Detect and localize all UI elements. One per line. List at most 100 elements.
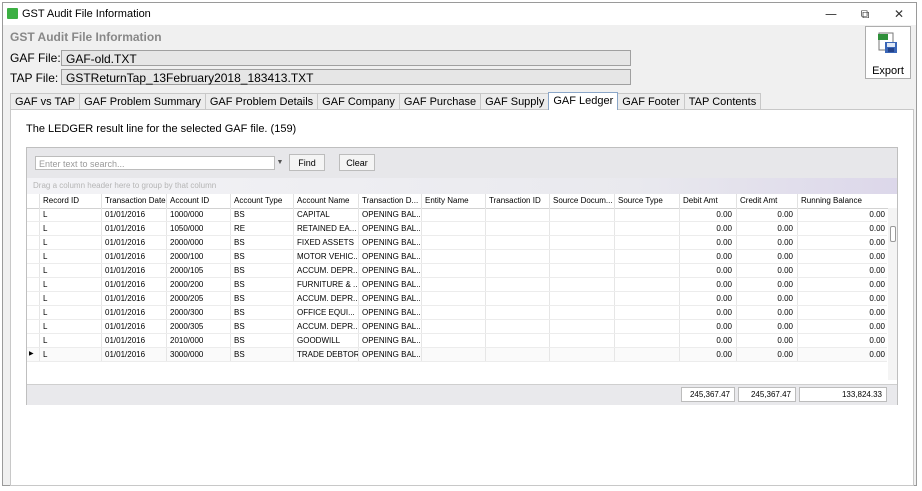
cell-transaction-date[interactable]: 01/01/2016 — [101, 334, 166, 347]
cell-entity-name[interactable] — [421, 334, 485, 347]
cell-credit-amt[interactable]: 0.00 — [736, 208, 797, 221]
cell-source-type[interactable] — [614, 208, 679, 221]
cell-entity-name[interactable] — [421, 348, 485, 361]
cell-transaction-d[interactable]: OPENING BAL... — [358, 264, 421, 277]
cell-transaction-id[interactable] — [485, 306, 549, 319]
cell-running-balance[interactable]: 0.00 — [797, 306, 889, 319]
cell-transaction-d[interactable]: OPENING BAL... — [358, 250, 421, 263]
cell-credit-amt[interactable]: 0.00 — [736, 306, 797, 319]
cell-account-id[interactable]: 1000/000 — [166, 208, 230, 221]
column-header-entity-name[interactable]: Entity Name — [421, 194, 485, 208]
cell-transaction-id[interactable] — [485, 250, 549, 263]
cell-credit-amt[interactable]: 0.00 — [736, 236, 797, 249]
cell-credit-amt[interactable]: 0.00 — [736, 264, 797, 277]
cell-debit-amt[interactable]: 0.00 — [679, 292, 736, 305]
column-header-debit-amt[interactable]: Debit Amt — [679, 194, 736, 208]
maximize-button[interactable]: ⧉ — [850, 5, 880, 23]
cell-transaction-d[interactable]: OPENING BAL... — [358, 222, 421, 235]
cell-transaction-d[interactable]: OPENING BAL... — [358, 236, 421, 249]
cell-account-type[interactable]: BS — [230, 320, 293, 333]
table-row[interactable]: ▶ L01/01/20163000/000BSTRADE DEBTORSOPENI… — [27, 348, 887, 362]
column-header-source-type[interactable]: Source Type — [614, 194, 679, 208]
cell-account-id[interactable]: 3000/000 — [166, 348, 230, 361]
cell-source-docum[interactable] — [549, 264, 614, 277]
table-row[interactable]: L 01/01/2016 2000/200 BS FURNITURE & ... OPEN… — [27, 278, 887, 292]
cell-running-balance[interactable]: 0.00 — [797, 278, 889, 291]
cell-credit-amt[interactable]: 0.00 — [736, 292, 797, 305]
cell-account-id[interactable]: 2000/200 — [166, 278, 230, 291]
cell-source-type[interactable] — [614, 222, 679, 235]
cell-transaction-date[interactable]: 01/01/2016 — [101, 278, 166, 291]
cell-transaction-id[interactable] — [485, 236, 549, 249]
chevron-down-icon[interactable]: ▼ — [275, 156, 285, 170]
column-header-account-id[interactable]: Account ID — [166, 194, 230, 208]
cell-account-type[interactable]: BS — [230, 250, 293, 263]
cell-transaction-d[interactable]: OPENING BAL... — [358, 208, 421, 221]
table-row[interactable]: L 01/01/2016 2000/100 BS MOTOR VEHIC... OPENI… — [27, 250, 887, 264]
cell-debit-amt[interactable]: 0.00 — [679, 278, 736, 291]
minimize-button[interactable]: — — [816, 5, 846, 23]
cell-source-type[interactable] — [614, 278, 679, 291]
group-panel[interactable]: Drag a column header here to group by th… — [27, 178, 897, 194]
cell-account-name[interactable]: RETAINED EA... — [293, 222, 358, 235]
cell-source-docum[interactable] — [549, 278, 614, 291]
cell-transaction-id[interactable] — [485, 278, 549, 291]
cell-source-type[interactable] — [614, 250, 679, 263]
cell-running-balance[interactable]: 0.00 — [797, 250, 889, 263]
cell-source-docum[interactable] — [549, 334, 614, 347]
cell-transaction-date[interactable]: 01/01/2016 — [101, 208, 166, 221]
cell-account-name[interactable]: OFFICE EQUI... — [293, 306, 358, 319]
clear-button[interactable]: Clear — [339, 154, 375, 171]
cell-record-id[interactable]: L — [39, 348, 101, 361]
cell-account-type[interactable]: BS — [230, 278, 293, 291]
cell-account-type[interactable]: BS — [230, 208, 293, 221]
export-button[interactable]: Export — [865, 26, 911, 79]
table-row[interactable]: L 01/01/2016 2000/305 BS ACCUM. DEPR... OPENI… — [27, 320, 887, 334]
cell-account-type[interactable]: BS — [230, 236, 293, 249]
cell-source-docum[interactable] — [549, 250, 614, 263]
cell-transaction-d[interactable]: OPENING BAL... — [358, 306, 421, 319]
cell-account-type[interactable]: RE — [230, 222, 293, 235]
cell-credit-amt[interactable]: 0.00 — [736, 250, 797, 263]
table-row[interactable]: L 01/01/2016 2000/000 BS FIXED ASSETS OPENING… — [27, 236, 887, 250]
cell-running-balance[interactable]: 0.00 — [797, 208, 889, 221]
cell-source-type[interactable] — [614, 306, 679, 319]
cell-debit-amt[interactable]: 0.00 — [679, 264, 736, 277]
column-header-record-id[interactable]: Record ID — [39, 194, 101, 208]
tab-gaf-company[interactable]: GAF Company — [317, 93, 400, 110]
cell-transaction-id[interactable] — [485, 208, 549, 221]
cell-running-balance[interactable]: 0.00 — [797, 348, 889, 361]
cell-record-id[interactable]: L — [39, 320, 101, 333]
cell-record-id[interactable]: L — [39, 236, 101, 249]
cell-source-docum[interactable] — [549, 320, 614, 333]
cell-entity-name[interactable] — [421, 320, 485, 333]
cell-transaction-id[interactable] — [485, 348, 549, 361]
cell-transaction-id[interactable] — [485, 264, 549, 277]
cell-account-id[interactable]: 2000/205 — [166, 292, 230, 305]
cell-transaction-d[interactable]: OPENING BAL... — [358, 292, 421, 305]
column-header-credit-amt[interactable]: Credit Amt — [736, 194, 797, 208]
cell-account-type[interactable]: BS — [230, 264, 293, 277]
cell-credit-amt[interactable]: 0.00 — [736, 334, 797, 347]
scroll-thumb[interactable] — [890, 226, 896, 242]
cell-entity-name[interactable] — [421, 306, 485, 319]
close-button[interactable]: ✕ — [884, 5, 914, 23]
find-button[interactable]: Find — [289, 154, 325, 171]
cell-transaction-date[interactable]: 01/01/2016 — [101, 264, 166, 277]
table-row[interactable]: L 01/01/2016 1000/000 BS CAPITAL OPENING BAL.… — [27, 208, 887, 222]
cell-record-id[interactable]: L — [39, 278, 101, 291]
cell-entity-name[interactable] — [421, 222, 485, 235]
cell-account-type[interactable]: BS — [230, 306, 293, 319]
search-input[interactable]: Enter text to search... — [35, 156, 275, 170]
cell-running-balance[interactable]: 0.00 — [797, 264, 889, 277]
cell-transaction-id[interactable] — [485, 320, 549, 333]
cell-transaction-date[interactable]: 01/01/2016 — [101, 348, 166, 361]
cell-source-docum[interactable] — [549, 348, 614, 361]
cell-entity-name[interactable] — [421, 250, 485, 263]
cell-entity-name[interactable] — [421, 292, 485, 305]
cell-debit-amt[interactable]: 0.00 — [679, 208, 736, 221]
cell-source-docum[interactable] — [549, 306, 614, 319]
tab-tap-contents[interactable]: TAP Contents — [683, 93, 762, 110]
cell-account-id[interactable]: 2000/305 — [166, 320, 230, 333]
cell-account-name[interactable]: ACCUM. DEPR... — [293, 292, 358, 305]
